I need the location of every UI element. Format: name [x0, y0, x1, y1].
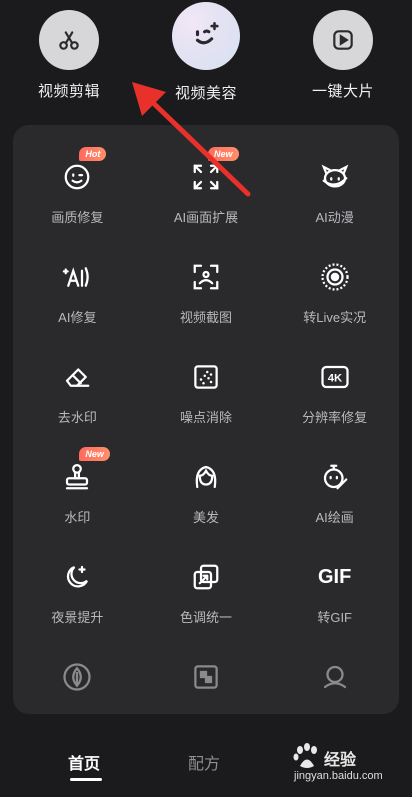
beauty-face-icon [172, 2, 240, 70]
moon-stars-icon [59, 559, 95, 595]
screenshot-icon [188, 259, 224, 295]
leaf-icon [59, 659, 95, 695]
scissors-icon [39, 10, 99, 70]
tool-quality-repair[interactable]: Hot 画质修复 [13, 147, 142, 249]
expand-arrows-icon: New [188, 147, 239, 195]
tool-label: 夜景提升 [51, 610, 104, 625]
live-target-icon [317, 259, 353, 295]
4k-icon: 4K [317, 359, 353, 395]
nav-home[interactable]: 首页 [68, 750, 100, 774]
new-badge: New [79, 447, 110, 461]
color-tone-icon [188, 559, 224, 595]
tool-label: 水印 [64, 510, 91, 525]
tool-live-photo[interactable]: 转Live实况 [270, 249, 399, 349]
shortcut-video-beauty[interactable]: 视频美容 [146, 0, 266, 103]
tools-panel: Hot 画质修复 New AI画面扩展 AI动漫 AI修复 视频截图 转Live… [13, 125, 399, 714]
baidu-watermark: 经验 jingyan.baidu.com [290, 740, 402, 790]
tool-partial-leaf[interactable] [13, 649, 142, 714]
noise-square-icon [188, 359, 224, 395]
tool-label: 去水印 [57, 410, 97, 425]
paw-logo-icon [293, 743, 317, 768]
tool-ai-painting[interactable]: AI绘画 [270, 449, 399, 549]
paint-face-icon [317, 459, 353, 495]
watermark-brand: 经验 [324, 752, 357, 769]
tool-partial-checker[interactable] [142, 649, 271, 714]
tool-label: 分辨率修复 [302, 410, 368, 425]
tool-label: 视频截图 [179, 310, 232, 325]
checker-icon [188, 659, 224, 695]
new-badge: New [207, 147, 239, 161]
face-wink-icon: Hot [59, 147, 107, 195]
tool-label: AI画面扩展 [173, 210, 239, 225]
tool-label: 转Live实况 [303, 310, 367, 325]
tool-ai-expand[interactable]: New AI画面扩展 [142, 147, 271, 249]
tool-resolution-repair[interactable]: 4K 分辨率修复 [270, 349, 399, 449]
shortcut-one-click-film[interactable]: 一键大片 [283, 0, 403, 101]
tool-label: AI动漫 [315, 210, 354, 225]
tool-label: AI绘画 [315, 510, 354, 525]
top-shortcuts: 视频剪辑 视频美容 一键大片 [0, 0, 412, 110]
shortcut-label: 视频美容 [174, 85, 237, 102]
play-square-icon [313, 10, 373, 70]
eraser-icon [59, 359, 95, 395]
nav-active-indicator [70, 778, 102, 781]
watermark-url: jingyan.baidu.com [294, 770, 383, 782]
tool-label: 画质修复 [51, 210, 104, 225]
tool-to-gif[interactable]: GIF 转GIF [270, 549, 399, 649]
shortcut-video-edit[interactable]: 视频剪辑 [9, 0, 129, 101]
tool-color-tone[interactable]: 色调统一 [142, 549, 271, 649]
tool-watermark[interactable]: New 水印 [13, 447, 142, 549]
hair-icon [188, 459, 224, 495]
tool-partial-face[interactable] [270, 649, 399, 714]
gif-icon: GIF [312, 559, 358, 595]
tool-remove-watermark[interactable]: 去水印 [13, 349, 142, 449]
tool-hair[interactable]: 美发 [142, 449, 271, 549]
stamp-icon: New [59, 447, 110, 495]
tool-label: 转GIF [317, 610, 352, 625]
ai-sparkle-icon [59, 259, 95, 295]
tool-ai-repair[interactable]: AI修复 [13, 249, 142, 349]
hot-badge: Hot [79, 147, 107, 161]
face-outline-icon [317, 659, 353, 695]
shortcut-label: 一键大片 [311, 83, 374, 100]
tool-night-enhance[interactable]: 夜景提升 [13, 549, 142, 649]
tool-denoise[interactable]: 噪点消除 [142, 349, 271, 449]
tool-video-screenshot[interactable]: 视频截图 [142, 249, 271, 349]
anime-face-icon [317, 159, 353, 195]
tool-ai-anime[interactable]: AI动漫 [270, 149, 399, 249]
tools-grid: Hot 画质修复 New AI画面扩展 AI动漫 AI修复 视频截图 转Live… [13, 125, 399, 714]
shortcut-label: 视频剪辑 [37, 83, 100, 100]
gif-icon-text: GIF [317, 565, 352, 588]
tool-label: AI修复 [58, 310, 97, 325]
nav-recipes[interactable]: 配方 [188, 750, 220, 774]
tool-label: 美发 [192, 510, 219, 525]
tool-label: 噪点消除 [179, 410, 232, 425]
tool-label: 色调统一 [179, 610, 232, 625]
4k-icon-text: 4K [327, 372, 342, 384]
